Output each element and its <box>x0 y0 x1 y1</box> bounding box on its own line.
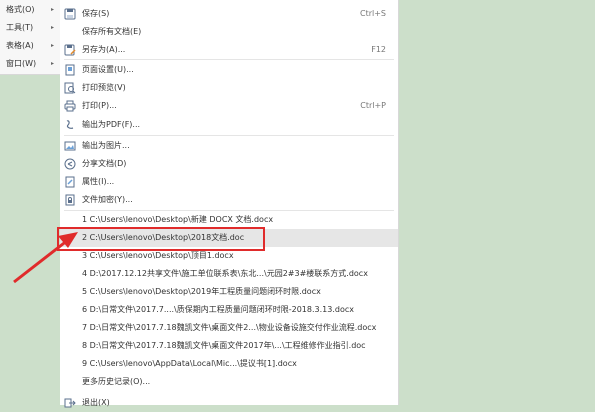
annotation-arrow-icon <box>13 232 78 284</box>
